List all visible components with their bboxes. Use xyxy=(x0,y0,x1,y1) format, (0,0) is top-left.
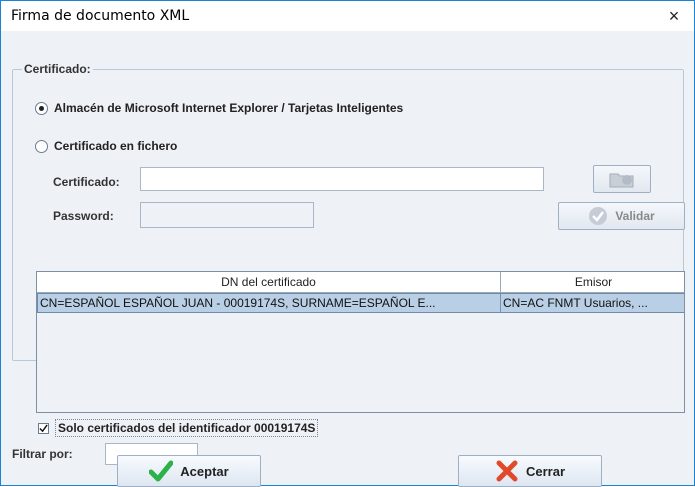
row-issuer: CN=AC FNMT Usuarios, ... xyxy=(503,296,648,310)
certificates-table[interactable]: DN del certificado Emisor CN=ESPAÑOL ESP… xyxy=(36,271,685,413)
checkmark-icon xyxy=(39,423,48,432)
only-identifier-checkbox[interactable] xyxy=(38,422,49,434)
password-field[interactable] xyxy=(140,202,314,228)
certificate-field[interactable] xyxy=(140,167,544,191)
store-option[interactable]: Almacén de Microsoft Internet Explorer /… xyxy=(35,101,403,115)
dialog-content: Certificado: Almacén de Microsoft Intern… xyxy=(1,31,694,485)
folder-icon xyxy=(609,173,634,188)
accept-label: Aceptar xyxy=(180,463,229,479)
store-radio[interactable] xyxy=(35,101,48,115)
file-radio[interactable] xyxy=(35,139,48,153)
browse-button[interactable] xyxy=(593,165,651,193)
only-identifier-label: Solo certificados del identificador 0001… xyxy=(55,419,319,437)
file-option[interactable]: Certificado en fichero xyxy=(35,139,177,153)
column-issuer[interactable]: Emisor xyxy=(501,272,684,292)
table-row[interactable]: CN=ESPAÑOL ESPAÑOL JUAN - 00019174S, SUR… xyxy=(37,293,684,313)
cancel-label: Cerrar xyxy=(525,463,566,479)
check-circle-icon xyxy=(589,207,608,225)
window-title: Firma de documento XML xyxy=(11,8,190,24)
table-header: DN del certificado Emisor xyxy=(37,272,684,293)
validate-button[interactable]: Validar xyxy=(558,202,685,230)
accept-button[interactable]: Aceptar xyxy=(117,455,261,487)
dialog-window: Firma de documento XML × Certificado: Al… xyxy=(0,0,695,487)
x-mark-icon xyxy=(496,460,518,482)
filter-label: Filtrar por: xyxy=(12,447,73,461)
title-bar: Firma de documento XML × xyxy=(1,1,694,31)
row-dn: CN=ESPAÑOL ESPAÑOL JUAN - 00019174S, SUR… xyxy=(38,294,501,312)
certificate-label: Certificado: xyxy=(53,175,120,189)
validate-label: Validar xyxy=(615,209,655,223)
password-label: Password: xyxy=(53,209,114,223)
store-option-label: Almacén de Microsoft Internet Explorer /… xyxy=(54,101,404,115)
certificate-group-title: Certificado: xyxy=(22,62,93,76)
only-identifier-option[interactable]: Solo certificados del identificador 0001… xyxy=(38,419,319,437)
close-button[interactable]: × xyxy=(654,1,694,31)
column-dn[interactable]: DN del certificado xyxy=(37,272,501,292)
check-mark-icon xyxy=(149,460,174,482)
cancel-button[interactable]: Cerrar xyxy=(458,455,602,487)
file-option-label: Certificado en fichero xyxy=(54,139,178,153)
